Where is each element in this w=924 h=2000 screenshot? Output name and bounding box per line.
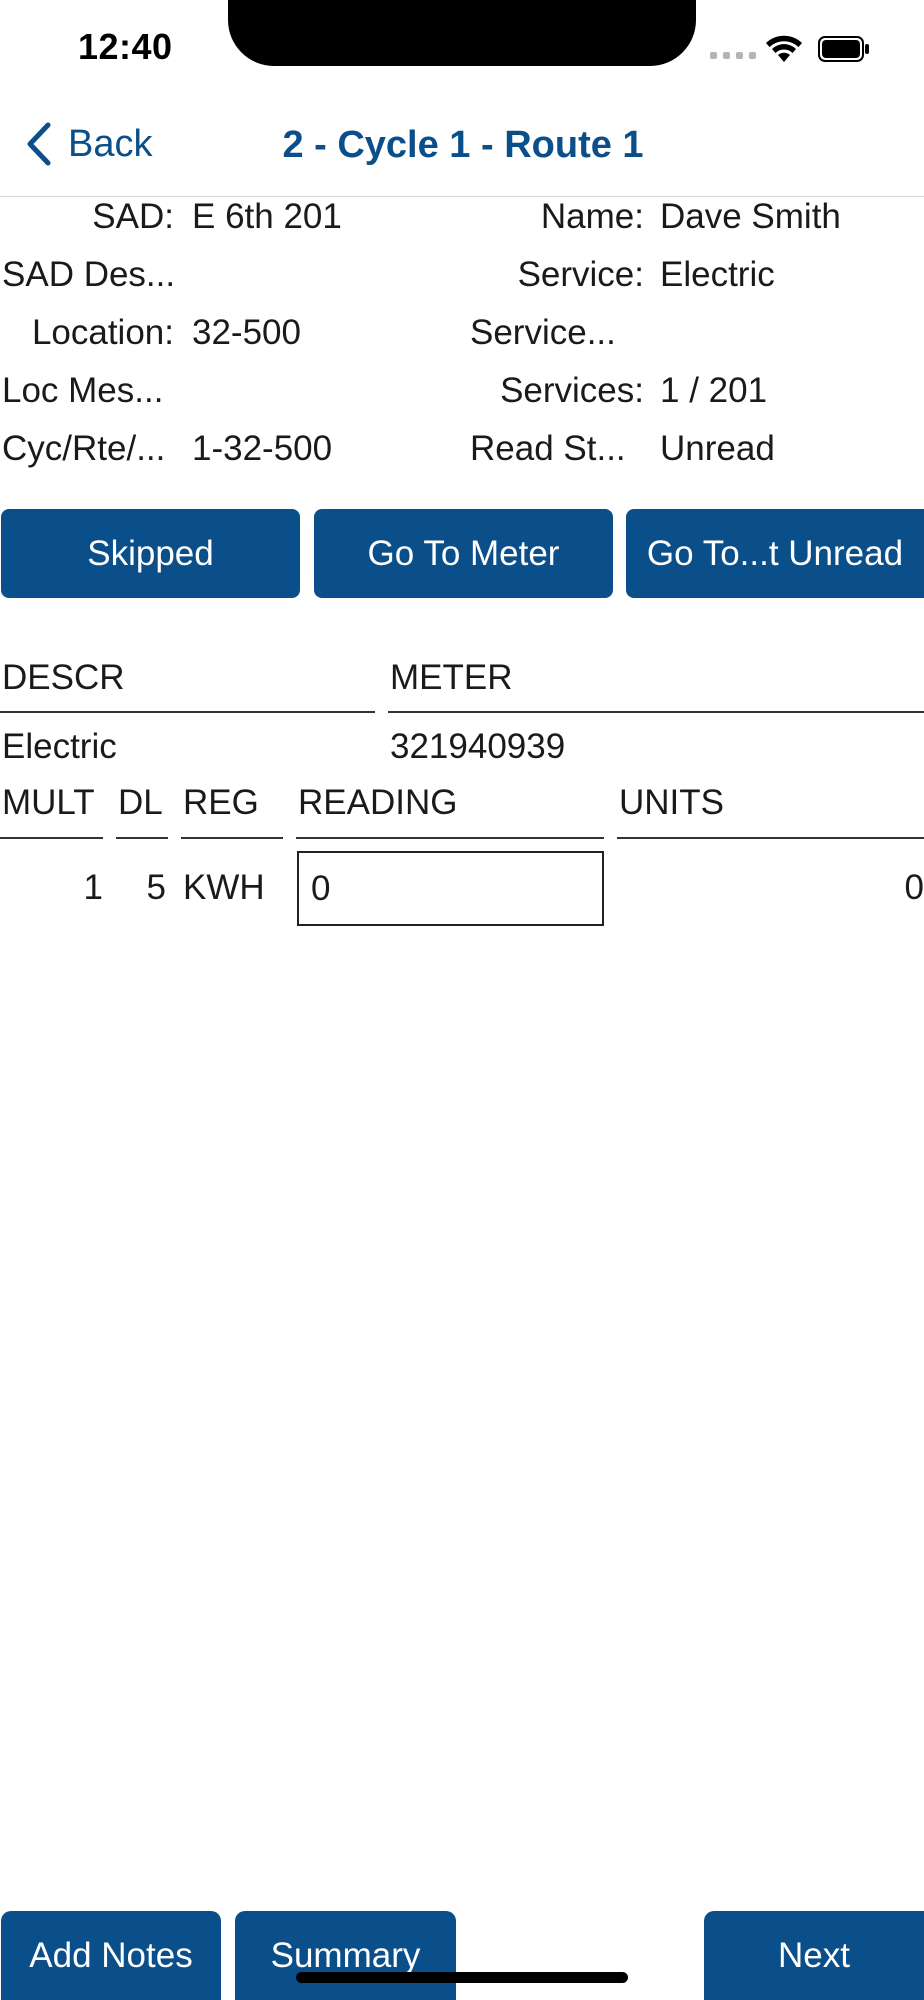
mult-cell: 1 xyxy=(83,868,103,907)
cyc-rte-value: 1-32-500 xyxy=(192,429,333,468)
dl-header: DL xyxy=(118,783,163,822)
dl-cell: 5 xyxy=(146,868,166,907)
service-value: Electric xyxy=(660,255,775,294)
status-time: 12:40 xyxy=(78,26,173,67)
reading-header-line xyxy=(296,837,604,839)
reg-header-line xyxy=(181,837,283,839)
descr-cell: Electric xyxy=(2,727,117,766)
go-to-next-unread-button[interactable]: Go To...t Unread xyxy=(626,509,924,598)
mult-header-line xyxy=(0,837,103,839)
back-button[interactable]: Back xyxy=(26,122,152,166)
reading-header: READING xyxy=(298,783,458,822)
sad-label: SAD: xyxy=(92,197,174,236)
reading-input[interactable] xyxy=(297,851,604,926)
cellular-signal-icon xyxy=(710,52,756,59)
units-header-line xyxy=(617,837,924,839)
descr-header-line xyxy=(0,711,375,713)
page-title: 2 - Cycle 1 - Route 1 xyxy=(282,124,644,166)
go-to-meter-button[interactable]: Go To Meter xyxy=(314,509,613,598)
services-label: Services: xyxy=(500,371,644,410)
meter-header: METER xyxy=(390,658,513,697)
meter-number-cell: 321940939 xyxy=(390,727,566,766)
loc-mes-label: Loc Mes... xyxy=(2,371,164,410)
services-value: 1 / 201 xyxy=(660,371,768,410)
read-status-label: Read St... xyxy=(470,429,626,468)
meter-header-line xyxy=(388,711,924,713)
next-button[interactable]: Next xyxy=(704,1911,924,2000)
home-indicator xyxy=(296,1972,628,1983)
sad-desc-label: SAD Des... xyxy=(2,255,176,294)
mult-header: MULT xyxy=(2,783,95,822)
reg-header: REG xyxy=(183,783,259,822)
back-label: Back xyxy=(68,122,153,165)
sad-value: E 6th 201 xyxy=(192,197,342,236)
device-notch xyxy=(228,0,696,66)
descr-header: DESCR xyxy=(2,658,125,697)
chevron-left-icon xyxy=(27,122,51,166)
units-header: UNITS xyxy=(619,783,724,822)
name-label: Name: xyxy=(540,197,644,236)
reg-cell: KWH xyxy=(183,868,265,907)
summary-button[interactable]: Summary xyxy=(235,1911,456,2000)
cyc-rte-label: Cyc/Rte/... xyxy=(2,429,166,468)
wifi-icon xyxy=(766,35,802,62)
skipped-button[interactable]: Skipped xyxy=(1,509,300,598)
service-extra-label: Service... xyxy=(470,313,616,352)
location-value: 32-500 xyxy=(192,313,301,352)
units-cell: 0 xyxy=(904,868,924,907)
name-value: Dave Smith xyxy=(660,197,841,236)
battery-icon xyxy=(818,36,869,62)
location-label: Location: xyxy=(31,313,174,352)
dl-header-line xyxy=(116,837,168,839)
add-notes-button[interactable]: Add Notes xyxy=(1,1911,221,2000)
service-label: Service: xyxy=(517,255,644,294)
read-status-value: Unread xyxy=(660,429,775,468)
